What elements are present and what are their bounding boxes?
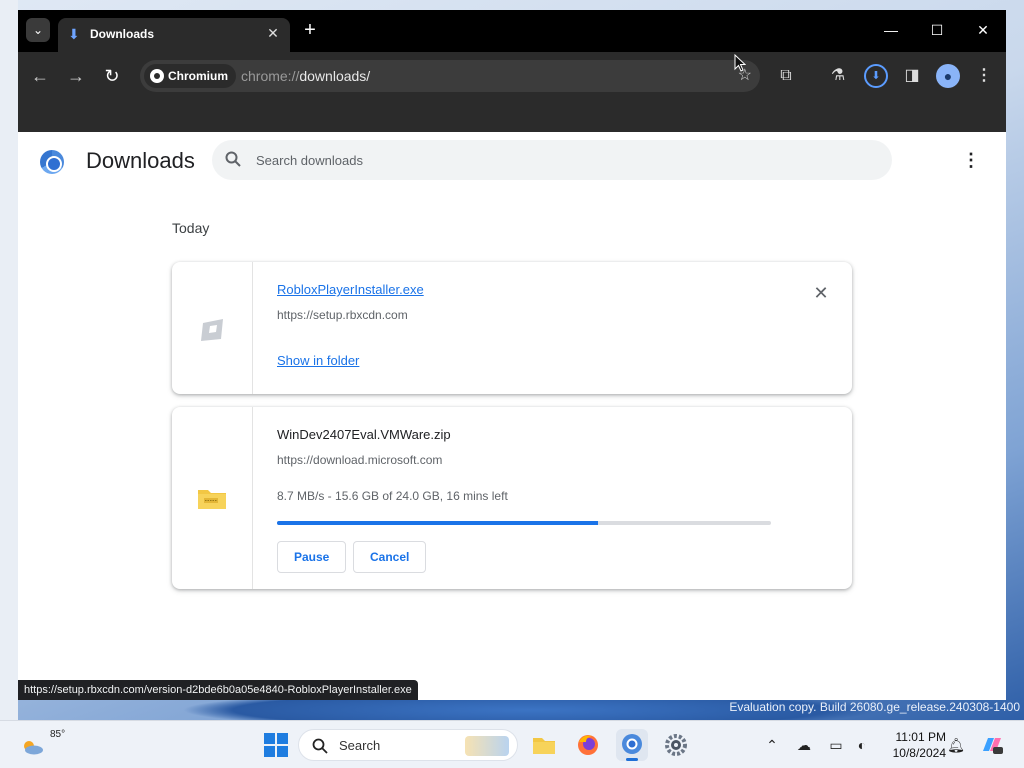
start-logo-tile	[277, 733, 288, 744]
weather-partly-cloudy-icon	[24, 741, 43, 755]
url-text: chrome://downloads/	[241, 68, 370, 84]
chromium-taskbar-icon	[622, 734, 642, 754]
active-app-indicator	[626, 758, 638, 761]
maximize-button[interactable]: ☐	[922, 18, 952, 42]
start-button[interactable]	[264, 733, 288, 757]
url-path: downloads/	[299, 68, 371, 84]
toolbar: ← → ↻ Chromium chrome://downloads/ ☆ ⧉ ⚗…	[18, 52, 1006, 100]
card-divider	[252, 407, 253, 589]
downloads-indicator-icon[interactable]: ⬇	[864, 64, 888, 88]
page-title: Downloads	[86, 148, 195, 173]
network-icon[interactable]: ▭	[826, 735, 846, 755]
search-highlight-image	[465, 736, 509, 756]
tab-title: Downloads	[90, 27, 155, 41]
link-status-bubble: https://setup.rbxcdn.com/version-d2bde6b…	[18, 680, 418, 700]
minimize-button[interactable]: —	[876, 18, 906, 42]
notification-bell-icon[interactable]: 🔔︎	[946, 735, 966, 755]
weather-widget[interactable]: 85°	[18, 729, 65, 761]
pause-button[interactable]: Pause	[277, 541, 347, 573]
chromium-icon	[150, 69, 164, 83]
mouse-cursor-icon	[734, 54, 746, 72]
file-origin: https://setup.rbxcdn.com	[277, 308, 408, 322]
download-icon: ⬇	[68, 26, 80, 42]
clock-date: 10/8/2024	[892, 746, 946, 760]
copilot-logo-icon	[983, 738, 1003, 754]
new-tab-button[interactable]: +	[300, 20, 320, 40]
search-box[interactable]	[212, 140, 892, 180]
site-info-chip[interactable]: Chromium	[144, 64, 236, 88]
zip-folder-icon	[198, 490, 226, 509]
labs-icon[interactable]: ⚗	[826, 64, 850, 88]
folder-icon	[533, 738, 555, 754]
gear-icon	[665, 734, 687, 756]
taskbar: 85° Search ⌃ ☁ ▭ ◐ 11:01 PM 10/8/2024 🔔︎	[0, 720, 1024, 768]
evaluation-watermark: Evaluation copy. Build 26080.ge_release.…	[729, 700, 1020, 714]
desktop-icons-edge	[0, 0, 18, 720]
remove-close-icon[interactable]: ✕	[812, 284, 830, 302]
cloud-offline-icon[interactable]: ☁	[794, 735, 814, 755]
chromium-app[interactable]	[616, 729, 648, 761]
side-panel-icon[interactable]: ◨	[900, 64, 924, 88]
firefox-icon	[578, 735, 598, 755]
extensions-icon[interactable]: ⧉	[774, 64, 798, 88]
browser-menu-icon[interactable]: ⋮	[972, 64, 996, 88]
download-progress-bar	[277, 521, 771, 525]
close-window-button[interactable]: ✕	[968, 18, 998, 42]
date-section-heading: Today	[172, 220, 210, 236]
file-name-link[interactable]: RobloxPlayerInstaller.exe	[277, 282, 424, 297]
chevron-up-icon[interactable]: ⌃	[762, 735, 782, 755]
downloads-page: Downloads ⋮ Today RobloxPlayerInstaller.…	[18, 132, 1006, 700]
start-logo-tile	[277, 746, 288, 757]
tab-close-icon[interactable]: ✕	[264, 24, 282, 42]
file-origin: https://download.microsoft.com	[277, 453, 443, 467]
roblox-file-icon	[201, 319, 223, 341]
tab-downloads[interactable]: ⬇ Downloads ✕	[58, 18, 290, 52]
card-divider	[252, 262, 253, 394]
firefox-app[interactable]	[572, 729, 604, 761]
title-bar: ⌄ ⬇ Downloads ✕ + — ☐ ✕	[18, 10, 1006, 52]
file-explorer-app[interactable]	[528, 729, 560, 761]
weather-temperature: 85°	[50, 729, 66, 740]
reload-button[interactable]: ↻	[100, 64, 124, 88]
profile-avatar-icon[interactable]: ●	[936, 64, 960, 88]
download-card: WinDev2407Eval.VMWare.zip https://downlo…	[172, 407, 852, 589]
browser-window: ⌄ ⬇ Downloads ✕ + — ☐ ✕ ← → ↻ Chromium c…	[18, 10, 1006, 700]
downloads-logo-icon	[40, 150, 64, 174]
copilot-icon[interactable]	[980, 735, 1004, 755]
bookmark-bar	[18, 100, 1006, 132]
search-icon	[312, 738, 328, 754]
back-button[interactable]: ←	[28, 64, 52, 88]
page-menu-icon[interactable]: ⋮	[962, 150, 980, 170]
taskbar-search-label: Search	[339, 738, 381, 753]
search-icon	[225, 151, 241, 167]
clock-time: 11:01 PM	[895, 730, 946, 744]
site-chip-label: Chromium	[168, 69, 228, 83]
start-logo-tile	[264, 746, 275, 757]
volume-icon[interactable]: ◐	[852, 735, 872, 755]
download-status: 8.7 MB/s - 15.6 GB of 24.0 GB, 16 mins l…	[277, 489, 508, 503]
show-in-folder-link[interactable]: Show in folder	[277, 353, 359, 368]
start-logo-tile	[264, 733, 275, 744]
file-name: WinDev2407Eval.VMWare.zip	[277, 427, 451, 442]
taskbar-search-box[interactable]: Search	[298, 729, 518, 761]
settings-app[interactable]	[660, 729, 692, 761]
download-card: RobloxPlayerInstaller.exe https://setup.…	[172, 262, 852, 394]
clock[interactable]: 11:01 PM 10/8/2024	[878, 729, 946, 761]
tab-search-button[interactable]: ⌄	[26, 18, 50, 42]
url-scheme: chrome://	[241, 68, 300, 84]
address-bar[interactable]: Chromium chrome://downloads/ ☆	[140, 60, 760, 92]
cancel-button[interactable]: Cancel	[353, 541, 427, 573]
forward-button[interactable]: →	[64, 64, 88, 88]
download-progress-fill	[277, 521, 599, 525]
search-input[interactable]	[256, 150, 856, 170]
